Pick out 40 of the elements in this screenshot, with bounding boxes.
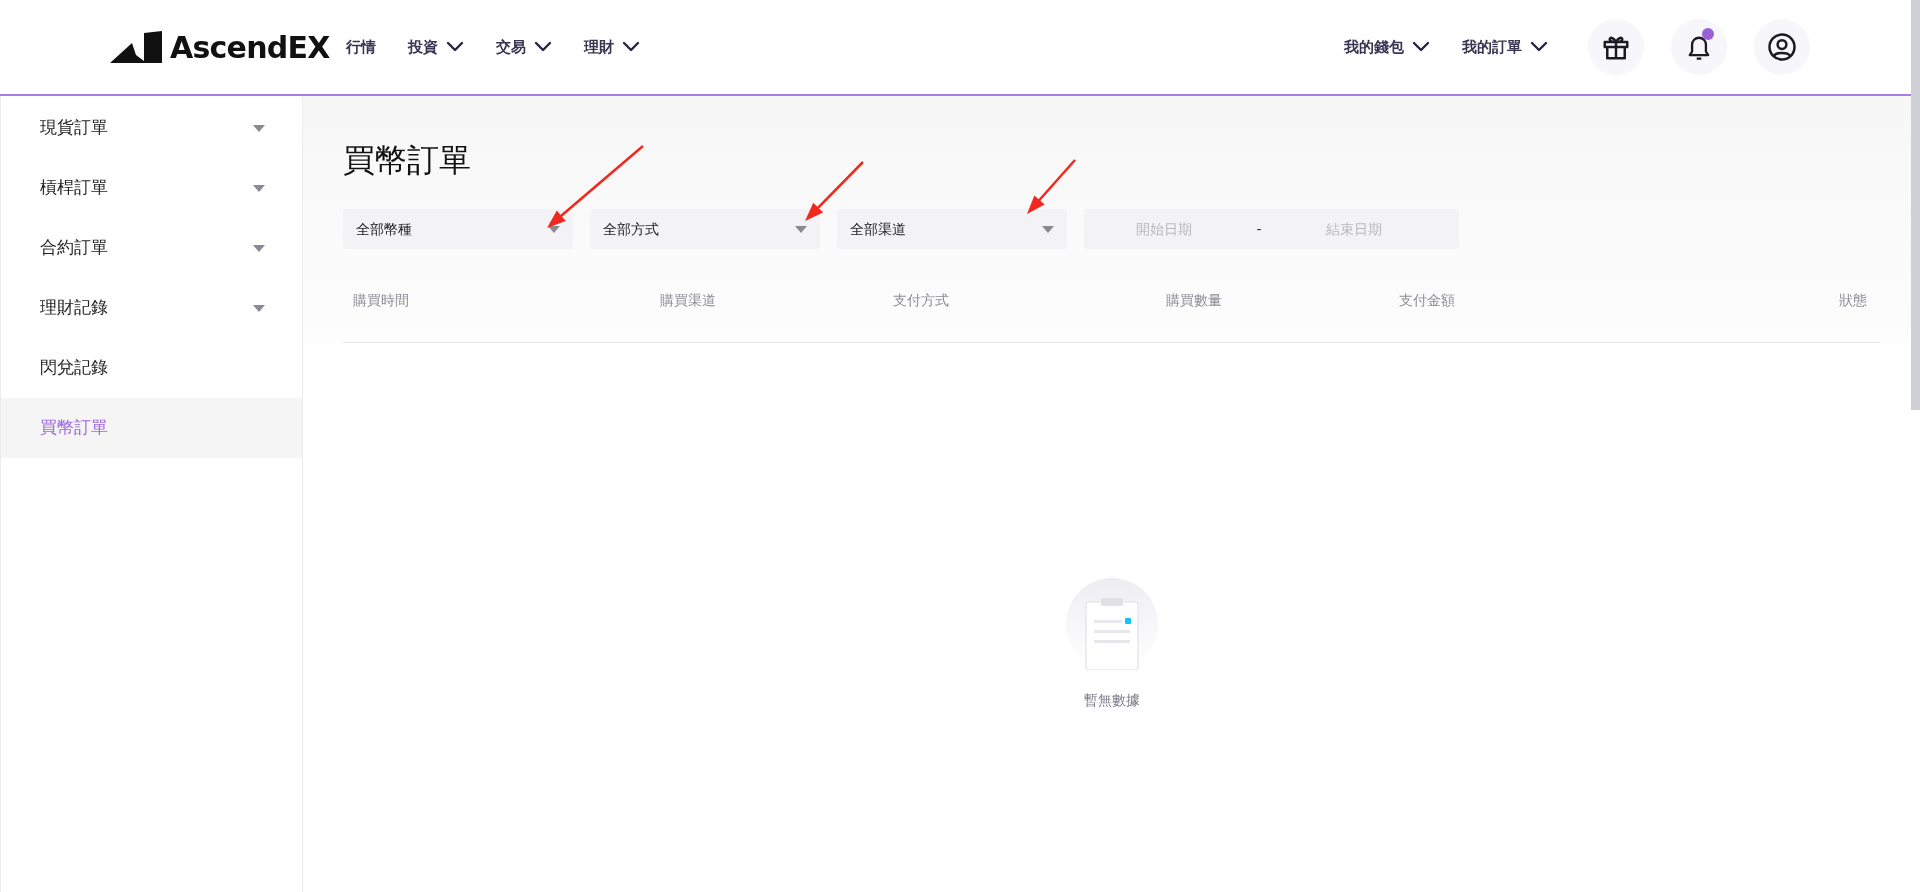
annotation-arrow [1027, 159, 1076, 214]
sidebar-item[interactable]: 買幣訂單 [1, 398, 302, 458]
nav-link[interactable]: 理財 [583, 35, 640, 59]
annotation-arrow [805, 161, 864, 221]
sidebar-item[interactable]: 理財記錄 [1, 278, 302, 338]
sidebar-item[interactable]: 閃兌記錄 [1, 338, 302, 398]
sidebar-label: 槓桿訂單 [40, 176, 108, 200]
sidebar-item[interactable]: 合約訂單 [1, 218, 302, 278]
user-icon [1767, 32, 1797, 62]
column-header: 購買渠道 [660, 292, 716, 308]
caret-down-icon [1042, 225, 1054, 233]
sidebar-item[interactable]: 現貨訂單 [1, 98, 302, 158]
filter-dropdown[interactable]: 全部幣種 [343, 209, 573, 249]
caret-down-icon [548, 225, 560, 233]
nav-link[interactable]: 行情 [345, 35, 376, 59]
sidebar-label: 理財記錄 [40, 296, 108, 320]
sidebar-label: 買幣訂單 [40, 416, 108, 440]
range-separator: - [1255, 219, 1263, 239]
filter-dropdown[interactable]: 全部渠道 [837, 209, 1067, 249]
sidebar-label: 現貨訂單 [40, 116, 108, 140]
caret-down-icon [795, 225, 807, 233]
column-header: 購買時間 [353, 292, 409, 308]
page-title: 買幣訂單 [343, 144, 472, 176]
sidebar-label: 閃兌記錄 [40, 356, 108, 380]
empty-clipboard-icon [1065, 578, 1158, 670]
sidebar-item[interactable]: 槓桿訂單 [1, 158, 302, 218]
logo-mark-icon [110, 31, 162, 63]
column-header: 支付金額 [1399, 292, 1455, 308]
nav-link[interactable]: 我的訂單 [1462, 35, 1548, 59]
nav-link[interactable]: 投資 [407, 35, 464, 59]
sidebar-label: 合約訂單 [40, 236, 108, 260]
column-header: 支付方式 [893, 292, 949, 308]
nav-link[interactable]: 交易 [495, 35, 552, 59]
nav-link[interactable]: 我的錢包 [1344, 35, 1430, 59]
empty-message: 暫無數據 [1083, 691, 1140, 710]
filter-dropdown[interactable]: 全部方式 [590, 209, 820, 249]
start-date-input[interactable]: 開始日期 [1084, 218, 1244, 240]
column-header: 狀態 [1839, 292, 1867, 308]
brand-logo[interactable]: AscendEX [110, 24, 330, 70]
column-header: 購買數量 [1166, 292, 1222, 308]
